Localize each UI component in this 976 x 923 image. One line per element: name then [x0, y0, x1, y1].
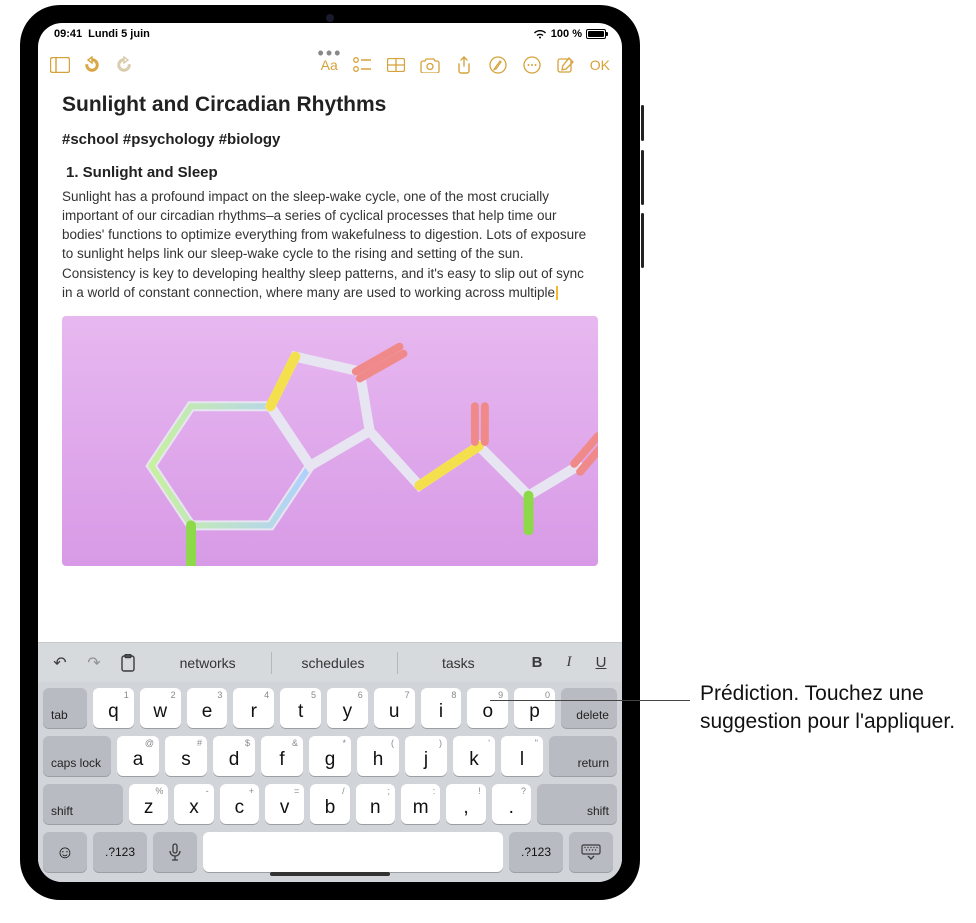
- note-content[interactable]: Sunlight and Circadian Rhythms #school #…: [38, 85, 622, 642]
- note-attached-image[interactable]: [62, 316, 598, 566]
- key-l[interactable]: "l: [501, 736, 543, 776]
- sidebar-toggle-icon[interactable]: [50, 55, 70, 75]
- done-button[interactable]: OK: [590, 57, 610, 73]
- status-bar: 09:41 Lundi 5 juin 100 %: [38, 23, 622, 45]
- key-p[interactable]: 0p: [514, 688, 555, 728]
- key-dismiss-keyboard[interactable]: [569, 832, 613, 872]
- status-time: 09:41: [54, 28, 82, 40]
- key-c[interactable]: +c: [220, 784, 259, 824]
- key-emoji[interactable]: ☺: [43, 832, 87, 872]
- key-i[interactable]: 8i: [421, 688, 462, 728]
- power-button: [641, 105, 644, 141]
- key-numbers-right[interactable]: .?123: [509, 832, 563, 872]
- checklist-icon[interactable]: [352, 55, 372, 75]
- key-u[interactable]: 7u: [374, 688, 415, 728]
- undo-typing-icon[interactable]: ↶: [44, 648, 76, 678]
- key-m[interactable]: :m: [401, 784, 440, 824]
- key-return[interactable]: return: [549, 736, 617, 776]
- key-s[interactable]: #s: [165, 736, 207, 776]
- key-k[interactable]: 'k: [453, 736, 495, 776]
- callout-text: Prédiction. Touchez une suggestion pour …: [700, 680, 960, 737]
- key-d[interactable]: $d: [213, 736, 255, 776]
- prediction-3[interactable]: tasks: [397, 648, 520, 678]
- clipboard-icon[interactable]: [112, 648, 144, 678]
- redo-icon[interactable]: [114, 55, 134, 75]
- key-r[interactable]: 4r: [233, 688, 274, 728]
- bold-button[interactable]: B: [522, 648, 552, 678]
- key-y[interactable]: 6y: [327, 688, 368, 728]
- underline-button[interactable]: U: [586, 648, 616, 678]
- key-b[interactable]: /b: [310, 784, 349, 824]
- key-.[interactable]: ?.: [492, 784, 531, 824]
- key-numbers-left[interactable]: .?123: [93, 832, 147, 872]
- home-indicator[interactable]: [270, 872, 390, 876]
- markup-icon[interactable]: [488, 55, 508, 75]
- italic-button[interactable]: I: [554, 648, 584, 678]
- key-z[interactable]: %z: [129, 784, 168, 824]
- key-j[interactable]: )j: [405, 736, 447, 776]
- more-icon[interactable]: [522, 55, 542, 75]
- key-delete[interactable]: delete: [561, 688, 617, 728]
- key-shift-right[interactable]: shift: [537, 784, 617, 824]
- prediction-1[interactable]: networks: [146, 648, 269, 678]
- key-q[interactable]: 1q: [93, 688, 134, 728]
- key-n[interactable]: ;n: [356, 784, 395, 824]
- key-,[interactable]: !,: [446, 784, 485, 824]
- key-tab[interactable]: tab: [43, 688, 87, 728]
- key-f[interactable]: &f: [261, 736, 303, 776]
- status-date: Lundi 5 juin: [88, 28, 150, 40]
- note-tags: #school #psychology #biology: [62, 131, 598, 148]
- prediction-2[interactable]: schedules: [271, 648, 394, 678]
- text-cursor-icon: [556, 286, 558, 300]
- note-body: Sunlight has a profound impact on the sl…: [62, 187, 598, 302]
- wifi-icon: [533, 29, 547, 39]
- key-v[interactable]: =v: [265, 784, 304, 824]
- key-g[interactable]: *g: [309, 736, 351, 776]
- key-h[interactable]: (h: [357, 736, 399, 776]
- key-o[interactable]: 9o: [467, 688, 508, 728]
- camera-dot: [326, 14, 334, 22]
- key-shift-left[interactable]: shift: [43, 784, 123, 824]
- key-dictation[interactable]: [153, 832, 197, 872]
- volume-down-button: [641, 213, 644, 268]
- share-icon[interactable]: [454, 55, 474, 75]
- ipad-device-frame: 09:41 Lundi 5 juin 100 % •••: [20, 5, 640, 900]
- battery-icon: [586, 29, 606, 39]
- undo-icon[interactable]: [82, 55, 102, 75]
- key-space[interactable]: [203, 832, 503, 872]
- callout-leader-line: [490, 700, 690, 701]
- screen: 09:41 Lundi 5 juin 100 % •••: [38, 23, 622, 882]
- key-x[interactable]: -x: [174, 784, 213, 824]
- note-title: Sunlight and Circadian Rhythms: [62, 93, 598, 117]
- key-a[interactable]: @a: [117, 736, 159, 776]
- key-e[interactable]: 3e: [187, 688, 228, 728]
- multitask-dots-icon[interactable]: •••: [318, 43, 343, 64]
- compose-icon[interactable]: [556, 55, 576, 75]
- key-w[interactable]: 2w: [140, 688, 181, 728]
- key-t[interactable]: 5t: [280, 688, 321, 728]
- note-heading: 1. Sunlight and Sleep: [62, 164, 598, 181]
- camera-icon[interactable]: [420, 55, 440, 75]
- onscreen-keyboard: tab 1q2w3e4r5t6y7u8i9o0pdelete caps lock…: [38, 682, 622, 882]
- redo-typing-icon[interactable]: ↷: [78, 648, 110, 678]
- keyboard-predictive-row: ↶ ↷ networks schedules tasks B I U: [38, 642, 622, 682]
- volume-up-button: [641, 150, 644, 205]
- table-icon[interactable]: [386, 55, 406, 75]
- key-capslock[interactable]: caps lock: [43, 736, 111, 776]
- battery-pct: 100 %: [551, 28, 582, 40]
